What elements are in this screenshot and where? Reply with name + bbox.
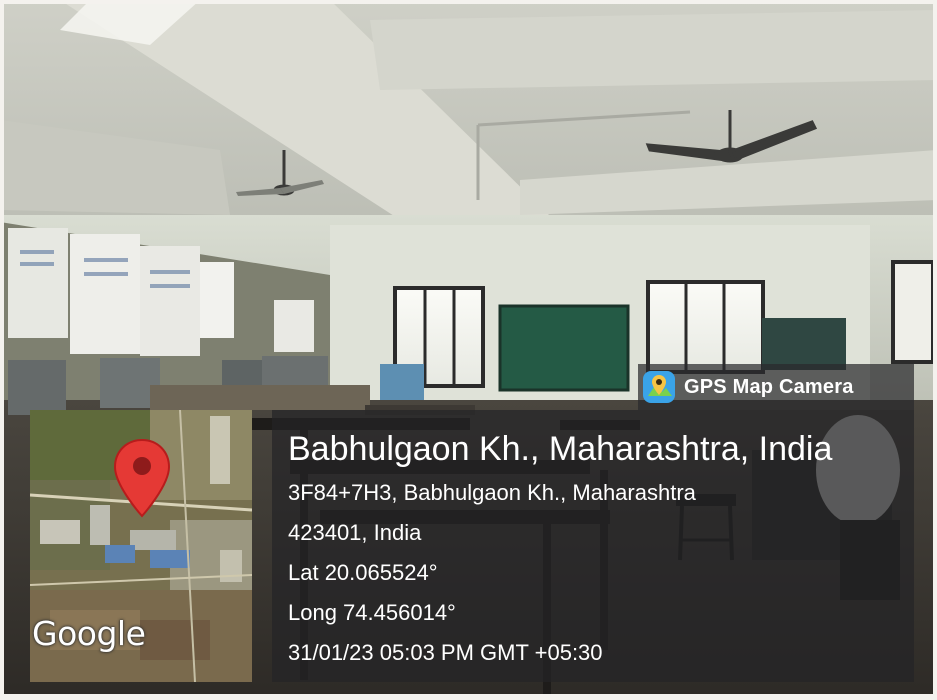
location-pin-icon [113,438,171,518]
location-title: Babhulgaon Kh., Maharashtra, India [288,430,833,468]
latitude: Lat 20.065524° [288,560,438,585]
app-name: GPS Map Camera [684,375,854,398]
address-line-2: 423401, India [288,520,422,545]
map-attribution: Google [32,614,146,653]
map-thumbnail: Google [30,410,252,682]
location-info-panel: Babhulgaon Kh., Maharashtra, India 3F84+… [272,410,914,682]
map-pin-camera-icon [643,371,675,403]
longitude: Long 74.456014° [288,600,456,625]
timestamp: 31/01/23 05:03 PM GMT +05:30 [288,640,603,665]
address-line-1: 3F84+7H3, Babhulgaon Kh., Maharashtra [288,480,696,505]
gps-map-camera-badge: GPS Map Camera [638,364,914,410]
